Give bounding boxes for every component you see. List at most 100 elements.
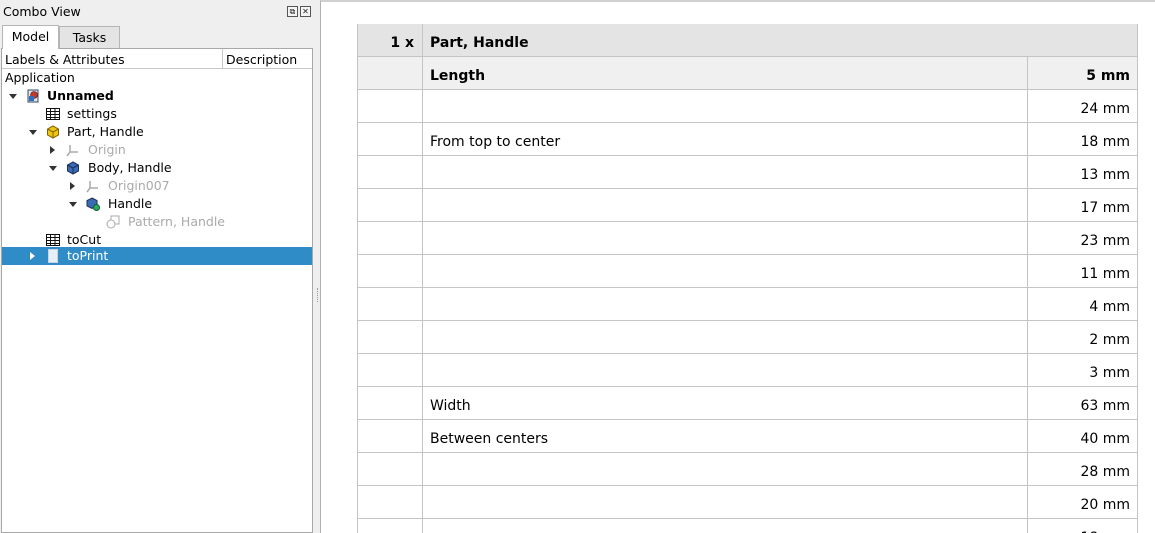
- description-cell[interactable]: Between centers: [423, 420, 1028, 453]
- collapse-arrow-icon[interactable]: [30, 252, 35, 260]
- tree-item-label: Application: [5, 70, 75, 85]
- quantity-cell[interactable]: [357, 420, 423, 453]
- table-row: 3 mm: [357, 354, 1138, 387]
- expand-arrow-icon[interactable]: [49, 166, 57, 171]
- tree-item-application[interactable]: Application: [2, 69, 312, 87]
- description-cell[interactable]: Length: [423, 57, 1028, 90]
- value-cell[interactable]: 40 mm: [1028, 420, 1138, 453]
- table-row: 13 mm: [357, 156, 1138, 189]
- table-row: 28 mm: [357, 453, 1138, 486]
- table-row: 2 mm: [357, 321, 1138, 354]
- description-cell[interactable]: [423, 453, 1028, 486]
- value-cell[interactable]: 23 mm: [1028, 222, 1138, 255]
- table-row: 24 mm: [357, 90, 1138, 123]
- tree-item-label: Pattern, Handle: [128, 214, 225, 229]
- expand-arrow-icon[interactable]: [29, 130, 37, 135]
- value-cell[interactable]: 18 mm: [1028, 123, 1138, 156]
- column-separator[interactable]: [222, 49, 223, 69]
- quantity-cell[interactable]: [357, 354, 423, 387]
- tree-item-part-handle[interactable]: Part, Handle: [2, 123, 312, 141]
- tab-model[interactable]: Model: [2, 25, 59, 49]
- description-cell[interactable]: [423, 90, 1028, 123]
- tree-item-body-handle[interactable]: Body, Handle: [2, 159, 312, 177]
- quantity-cell[interactable]: [357, 519, 423, 533]
- combo-view-panel: Combo View ⧉ ✕ Model Tasks Labels & Attr…: [0, 0, 316, 533]
- table-subheader-row: Length 5 mm: [357, 57, 1138, 90]
- collapse-arrow-icon[interactable]: [50, 146, 55, 154]
- value-cell[interactable]: 3 mm: [1028, 354, 1138, 387]
- value-cell[interactable]: 5 mm: [1028, 57, 1138, 90]
- tree-item-label: Part, Handle: [67, 124, 144, 139]
- quantity-cell[interactable]: [357, 123, 423, 156]
- description-cell[interactable]: [423, 222, 1028, 255]
- tree-item-label: settings: [67, 106, 117, 121]
- description-cell[interactable]: [423, 486, 1028, 519]
- value-cell[interactable]: 20 mm: [1028, 486, 1138, 519]
- quantity-cell[interactable]: [357, 321, 423, 354]
- quantity-cell[interactable]: [357, 387, 423, 420]
- tree-item-label: Unnamed: [47, 88, 114, 103]
- column-header-labels[interactable]: Labels & Attributes: [5, 52, 125, 67]
- value-cell[interactable]: 18 mm: [1028, 519, 1138, 533]
- expand-arrow-icon[interactable]: [9, 94, 17, 99]
- quantity-cell[interactable]: [357, 57, 423, 90]
- spreadsheet-icon: [46, 234, 60, 246]
- description-cell[interactable]: [423, 156, 1028, 189]
- table-row: Between centers 40 mm: [357, 420, 1138, 453]
- table-row: 11 mm: [357, 255, 1138, 288]
- quantity-cell[interactable]: 1 x: [357, 24, 423, 57]
- tree-item-unnamed[interactable]: Unnamed: [2, 87, 312, 105]
- splitter-handle[interactable]: [317, 288, 319, 302]
- close-panel-button[interactable]: ✕: [300, 6, 311, 17]
- tree-item-origin[interactable]: Origin: [2, 141, 312, 159]
- value-cell[interactable]: 63 mm: [1028, 387, 1138, 420]
- column-header-description[interactable]: Description: [226, 52, 297, 67]
- quantity-cell[interactable]: [357, 486, 423, 519]
- feature-icon: [86, 197, 100, 211]
- quantity-cell[interactable]: [357, 90, 423, 123]
- value-cell[interactable]: 13 mm: [1028, 156, 1138, 189]
- description-cell[interactable]: [423, 288, 1028, 321]
- tree-item-label: toPrint: [67, 248, 109, 263]
- table-row: 18 mm: [357, 519, 1138, 533]
- part-name-cell[interactable]: Part, Handle: [423, 24, 1138, 57]
- quantity-cell[interactable]: [357, 255, 423, 288]
- tree-item-pattern-handle[interactable]: Pattern, Handle: [2, 213, 312, 231]
- tree-item-label: Handle: [108, 196, 153, 211]
- value-cell[interactable]: 17 mm: [1028, 189, 1138, 222]
- table-row: 23 mm: [357, 222, 1138, 255]
- tree-item-origin007[interactable]: Origin007: [2, 177, 312, 195]
- description-cell[interactable]: [423, 321, 1028, 354]
- quantity-cell[interactable]: [357, 453, 423, 486]
- quantity-cell[interactable]: [357, 156, 423, 189]
- tree-item-toprint[interactable]: toPrint: [2, 247, 312, 265]
- value-cell[interactable]: 4 mm: [1028, 288, 1138, 321]
- spreadsheet-icon: [46, 108, 60, 120]
- tree-item-settings[interactable]: settings: [2, 105, 312, 123]
- origin-axes-icon: [66, 145, 78, 157]
- description-cell[interactable]: [423, 354, 1028, 387]
- page-icon: [48, 249, 58, 263]
- value-cell[interactable]: 28 mm: [1028, 453, 1138, 486]
- description-cell[interactable]: [423, 255, 1028, 288]
- quantity-cell[interactable]: [357, 189, 423, 222]
- quantity-cell[interactable]: [357, 222, 423, 255]
- collapse-arrow-icon[interactable]: [70, 182, 75, 190]
- value-cell[interactable]: 24 mm: [1028, 90, 1138, 123]
- table-row: 4 mm: [357, 288, 1138, 321]
- tree-item-handle[interactable]: Handle: [2, 195, 312, 213]
- model-tree[interactable]: Labels & Attributes Description Applicat…: [1, 48, 313, 533]
- expand-arrow-icon[interactable]: [69, 202, 77, 207]
- tab-tasks[interactable]: Tasks: [59, 26, 120, 48]
- spreadsheet-view[interactable]: 1 x Part, Handle Length 5 mm 24 mm From …: [320, 0, 1155, 533]
- quantity-cell[interactable]: [357, 288, 423, 321]
- value-cell[interactable]: 2 mm: [1028, 321, 1138, 354]
- table-header-row: 1 x Part, Handle: [357, 24, 1138, 57]
- description-cell[interactable]: [423, 189, 1028, 222]
- description-cell[interactable]: Width: [423, 387, 1028, 420]
- description-cell[interactable]: From top to center: [423, 123, 1028, 156]
- float-panel-button[interactable]: ⧉: [287, 6, 298, 17]
- value-cell[interactable]: 11 mm: [1028, 255, 1138, 288]
- description-cell[interactable]: [423, 519, 1028, 533]
- table-row: From top to center 18 mm: [357, 123, 1138, 156]
